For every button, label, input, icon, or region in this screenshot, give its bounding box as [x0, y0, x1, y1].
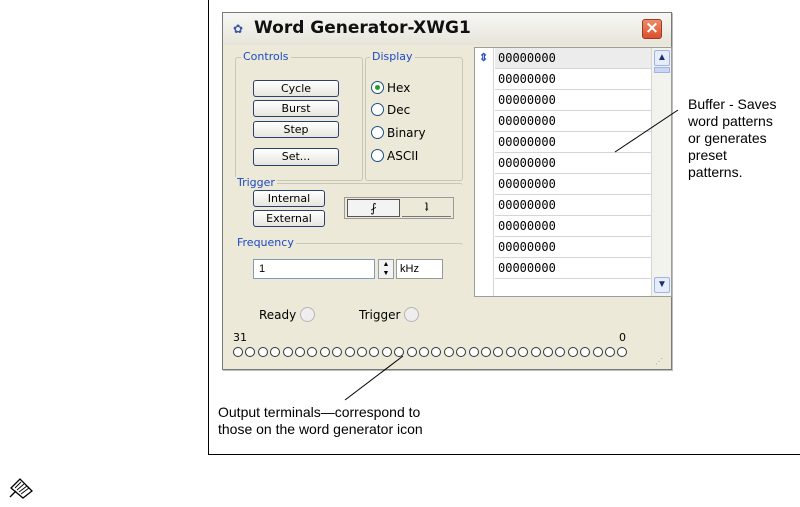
buffer-callout-line-5: patterns.	[688, 164, 743, 180]
buffer-callout: Buffer - Saves word patterns or generate…	[688, 96, 776, 181]
output-callout-line	[344, 355, 404, 401]
buffer-callout-line	[614, 109, 679, 153]
output-callout-line-2: those on the word generator icon	[218, 421, 423, 437]
buffer-callout-line-1: Buffer - Saves	[688, 96, 777, 112]
buffer-callout-line-2: word patterns	[688, 113, 773, 129]
buffer-callout-line-4: preset	[688, 147, 727, 163]
output-callout-line-1: Output terminals—correspond to	[218, 404, 421, 420]
output-callout: Output terminals—correspond to those on …	[218, 404, 423, 438]
note-icon	[9, 478, 33, 499]
buffer-callout-line-3: or generates	[688, 130, 767, 146]
